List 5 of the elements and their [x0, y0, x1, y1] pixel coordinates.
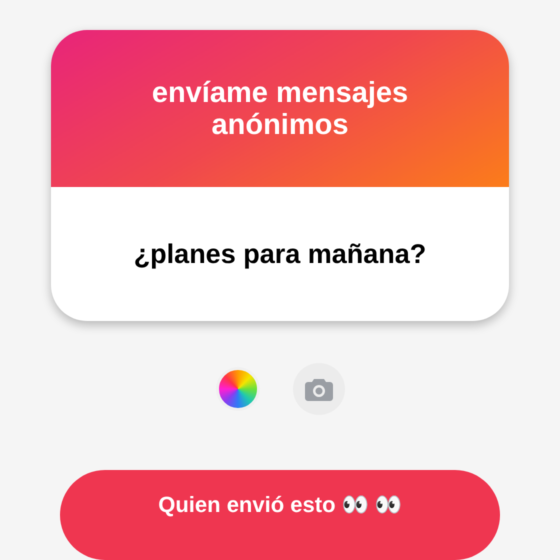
camera-icon — [304, 377, 332, 401]
question-text: ¿planes para mañana? — [134, 238, 426, 271]
who-sent-button[interactable]: Quien envió esto 👀 👀 — [60, 470, 500, 560]
color-wheel-button[interactable] — [216, 367, 260, 411]
card-title: envíame mensajes anónimos — [150, 76, 410, 140]
